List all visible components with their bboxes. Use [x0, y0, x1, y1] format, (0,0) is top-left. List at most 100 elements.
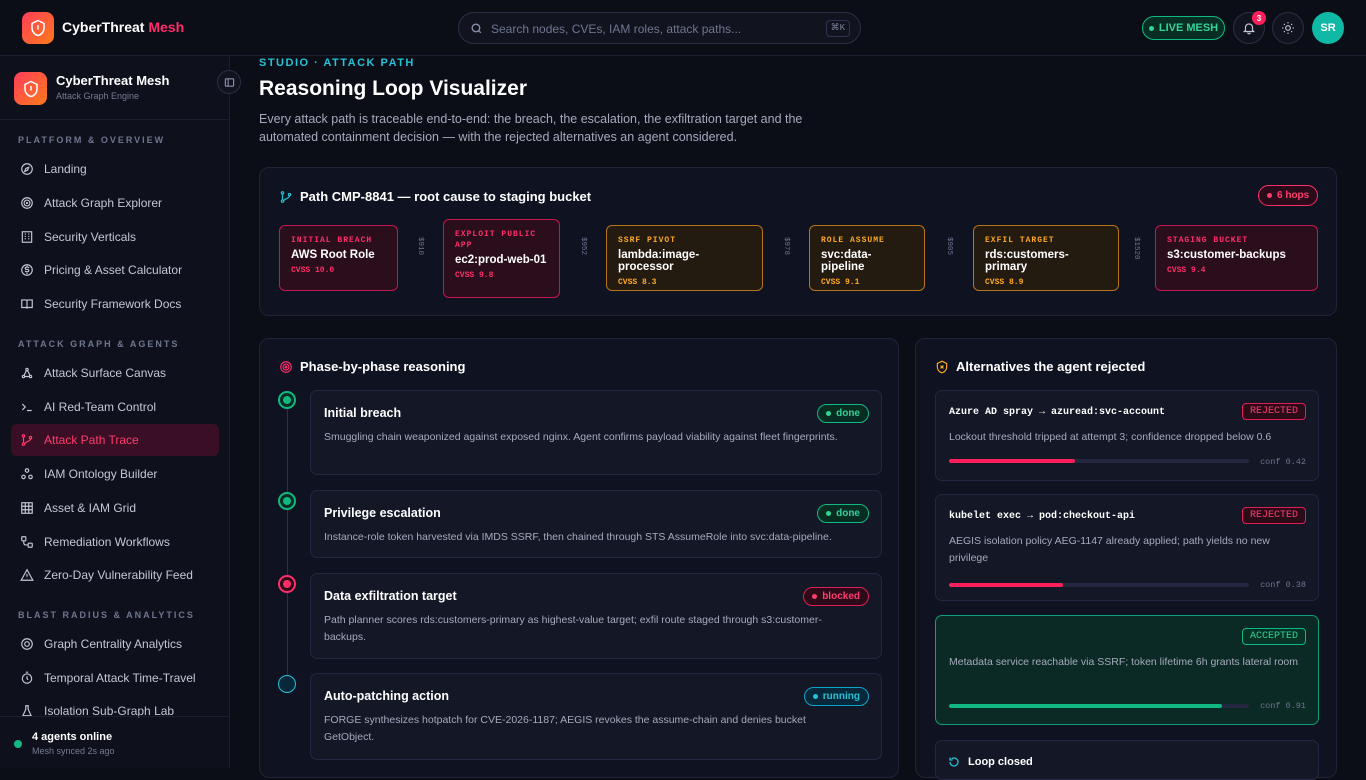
search-shortcut: ⌘K — [825, 20, 850, 37]
phase-auto-patching-action[interactable]: Auto-patching action running FORGE synth… — [310, 673, 882, 760]
timeline-dot-done — [278, 492, 296, 510]
status-badge: done — [817, 404, 869, 423]
sidebar-footer: 4 agents online Mesh synced 2s ago — [0, 716, 230, 768]
workflow-icon — [21, 536, 33, 548]
path-node-exploit-public-app[interactable]: EXPLOIT PUBLIC APP ec2:prod-web-01 CVSS … — [443, 219, 560, 298]
path-edge: $952 — [579, 237, 587, 256]
radar-icon — [21, 197, 33, 209]
sidebar-item-security-verticals[interactable]: Security Verticals — [11, 221, 219, 253]
attack-path-card: Path CMP-8841 — root cause to staging bu… — [259, 167, 1337, 316]
sidebar-item-graph-centrality-analytics[interactable]: Graph Centrality Analytics — [11, 628, 219, 660]
confidence-bar — [949, 704, 1249, 708]
section-platform-overview: PLATFORM & OVERVIEW — [18, 135, 166, 145]
status-badge: done — [817, 504, 869, 523]
page-title: Reasoning Loop Visualizer — [259, 77, 527, 100]
path-node-staging-bucket[interactable]: STAGING BUCKET s3:customer-backups CVSS … — [1155, 225, 1318, 291]
git-branch-icon — [21, 434, 33, 446]
target-icon — [21, 638, 33, 650]
search-bar[interactable]: ⌘K — [458, 12, 861, 44]
sun-icon — [1282, 22, 1294, 34]
alternative-option[interactable]: Azure AD spray → azuread:svc-account REJ… — [935, 390, 1319, 481]
target-icon — [279, 360, 293, 377]
timeline-dot-blocked — [278, 575, 296, 593]
path-node-ssrf-pivot[interactable]: SSRF PIVOT lambda:image-processor CVSS 8… — [606, 225, 763, 291]
sidebar-item-landing[interactable]: Landing — [11, 153, 219, 185]
git-branch-icon — [279, 190, 293, 207]
sidebar: CyberThreat Mesh Attack Graph Engine PLA… — [0, 56, 241, 768]
theme-toggle-button[interactable] — [1272, 12, 1304, 44]
page-description: Every attack path is traceable end-to-en… — [259, 112, 803, 144]
sidebar-item-ai-red-team-control[interactable]: AI Red-Team Control — [11, 391, 219, 423]
alternatives-title: Alternatives the agent rejected — [956, 359, 1146, 374]
status-badge: blocked — [803, 587, 869, 606]
sidebar-subtitle: Attack Graph Engine — [56, 91, 140, 101]
sidebar-item-temporal-attack-time-travel[interactable]: Temporal Attack Time-Travel — [11, 662, 219, 694]
user-avatar[interactable]: SR — [1312, 12, 1344, 44]
path-node-exfil-target[interactable]: EXFIL TARGET rds:customers-primary CVSS … — [973, 225, 1119, 291]
sidebar-item-zero-day-vulnerability-feed[interactable]: Zero-Day Vulnerability Feed — [11, 559, 219, 591]
live-mesh-badge[interactable]: LIVE MESH — [1142, 16, 1225, 40]
sidebar-header: CyberThreat Mesh Attack Graph Engine — [0, 56, 241, 120]
page-eyebrow: STUDIO · ATTACK PATH — [259, 57, 415, 69]
shield-logo-icon[interactable] — [22, 12, 54, 44]
grid-icon — [21, 502, 33, 514]
sidebar-item-iam-ontology-builder[interactable]: IAM Ontology Builder — [11, 458, 219, 490]
timeline-dot-running — [278, 675, 296, 693]
sidebar-item-attack-surface-canvas[interactable]: Attack Surface Canvas — [11, 357, 219, 389]
sidebar-item-security-framework-docs[interactable]: Security Framework Docs — [11, 288, 219, 320]
shield-x-icon — [935, 360, 949, 377]
status-badge: REJECTED — [1241, 507, 1306, 524]
confidence-bar — [949, 459, 1249, 463]
confidence-label: conf 0.42 — [1260, 457, 1306, 467]
status-badge: REJECTED — [1241, 403, 1306, 420]
path-node-role-assume[interactable]: ROLE ASSUME svc:data-pipeline CVSS 9.1 — [809, 225, 925, 291]
notification-count-badge: 3 — [1252, 11, 1266, 25]
path-edge: $1520 — [1132, 237, 1140, 260]
timeline-dot-done — [278, 391, 296, 409]
status-badge: ACCEPTED — [1241, 628, 1306, 645]
sidebar-item-attack-path-trace[interactable]: Attack Path Trace — [11, 424, 219, 456]
collapse-sidebar-button[interactable] — [217, 70, 241, 94]
path-edge: $978 — [782, 237, 790, 256]
alternatives-card: Alternatives the agent rejected Azure AD… — [915, 338, 1337, 780]
sidebar-title: CyberThreat Mesh — [56, 73, 170, 88]
sidebar-item-pricing-asset-calculator[interactable]: Pricing & Asset Calculator — [11, 254, 219, 286]
phase-initial-breach[interactable]: Initial breach done Smuggling chain weap… — [310, 390, 882, 475]
mesh-sync-status: Mesh synced 2s ago — [32, 746, 115, 756]
phase-section-title: Phase-by-phase reasoning — [300, 359, 466, 374]
cluster-icon — [21, 468, 33, 480]
loop-closed-label: Loop closed — [968, 756, 1033, 768]
alternative-option-accepted[interactable]: ACCEPTED Metadata service reachable via … — [935, 615, 1319, 725]
dollar-icon — [21, 264, 33, 276]
confidence-label: conf 0.38 — [1260, 580, 1306, 590]
agents-online-status: 4 agents online — [32, 731, 113, 743]
sidebar-item-asset-iam-grid[interactable]: Asset & IAM Grid — [11, 492, 219, 524]
section-blast-radius-analytics: BLAST RADIUS & ANALYTICS — [18, 610, 195, 620]
sidebar-item-remediation-workflows[interactable]: Remediation Workflows — [11, 526, 219, 558]
sidebar-item-attack-graph-explorer[interactable]: Attack Graph Explorer — [11, 187, 219, 219]
section-attack-graph-agents: ATTACK GRAPH & AGENTS — [18, 339, 180, 349]
confidence-label: conf 0.91 — [1260, 701, 1306, 711]
hops-badge: 6 hops — [1258, 185, 1319, 206]
path-edge: $905 — [945, 237, 953, 256]
refresh-icon — [948, 756, 960, 771]
loop-closed-row: Loop closed — [935, 740, 1319, 780]
path-title: Path CMP-8841 — root cause to staging bu… — [300, 189, 592, 204]
phase-data-exfiltration-target[interactable]: Data exfiltration target blocked Path pl… — [310, 573, 882, 659]
path-edge: $910 — [416, 237, 424, 256]
compass-icon — [21, 163, 33, 175]
alternative-option[interactable]: kubelet exec → pod:checkout-api REJECTED… — [935, 494, 1319, 601]
phase-privilege-escalation[interactable]: Privilege escalation done Instance-role … — [310, 490, 882, 558]
timer-icon — [21, 671, 33, 684]
terminal-icon — [21, 403, 32, 412]
search-icon — [470, 22, 483, 38]
top-bar: CyberThreat Mesh ⌘K LIVE MESH 3 SR — [0, 0, 1366, 56]
confidence-bar — [949, 583, 1249, 587]
path-node-initial-breach[interactable]: INITIAL BREACH AWS Root Role CVSS 10.0 — [279, 225, 398, 291]
warning-icon — [20, 568, 34, 581]
online-status-dot — [14, 740, 22, 748]
search-input[interactable] — [491, 19, 811, 39]
graph-icon — [21, 367, 33, 379]
timeline-line — [287, 401, 288, 686]
brand-name: CyberThreat Mesh — [62, 19, 185, 35]
